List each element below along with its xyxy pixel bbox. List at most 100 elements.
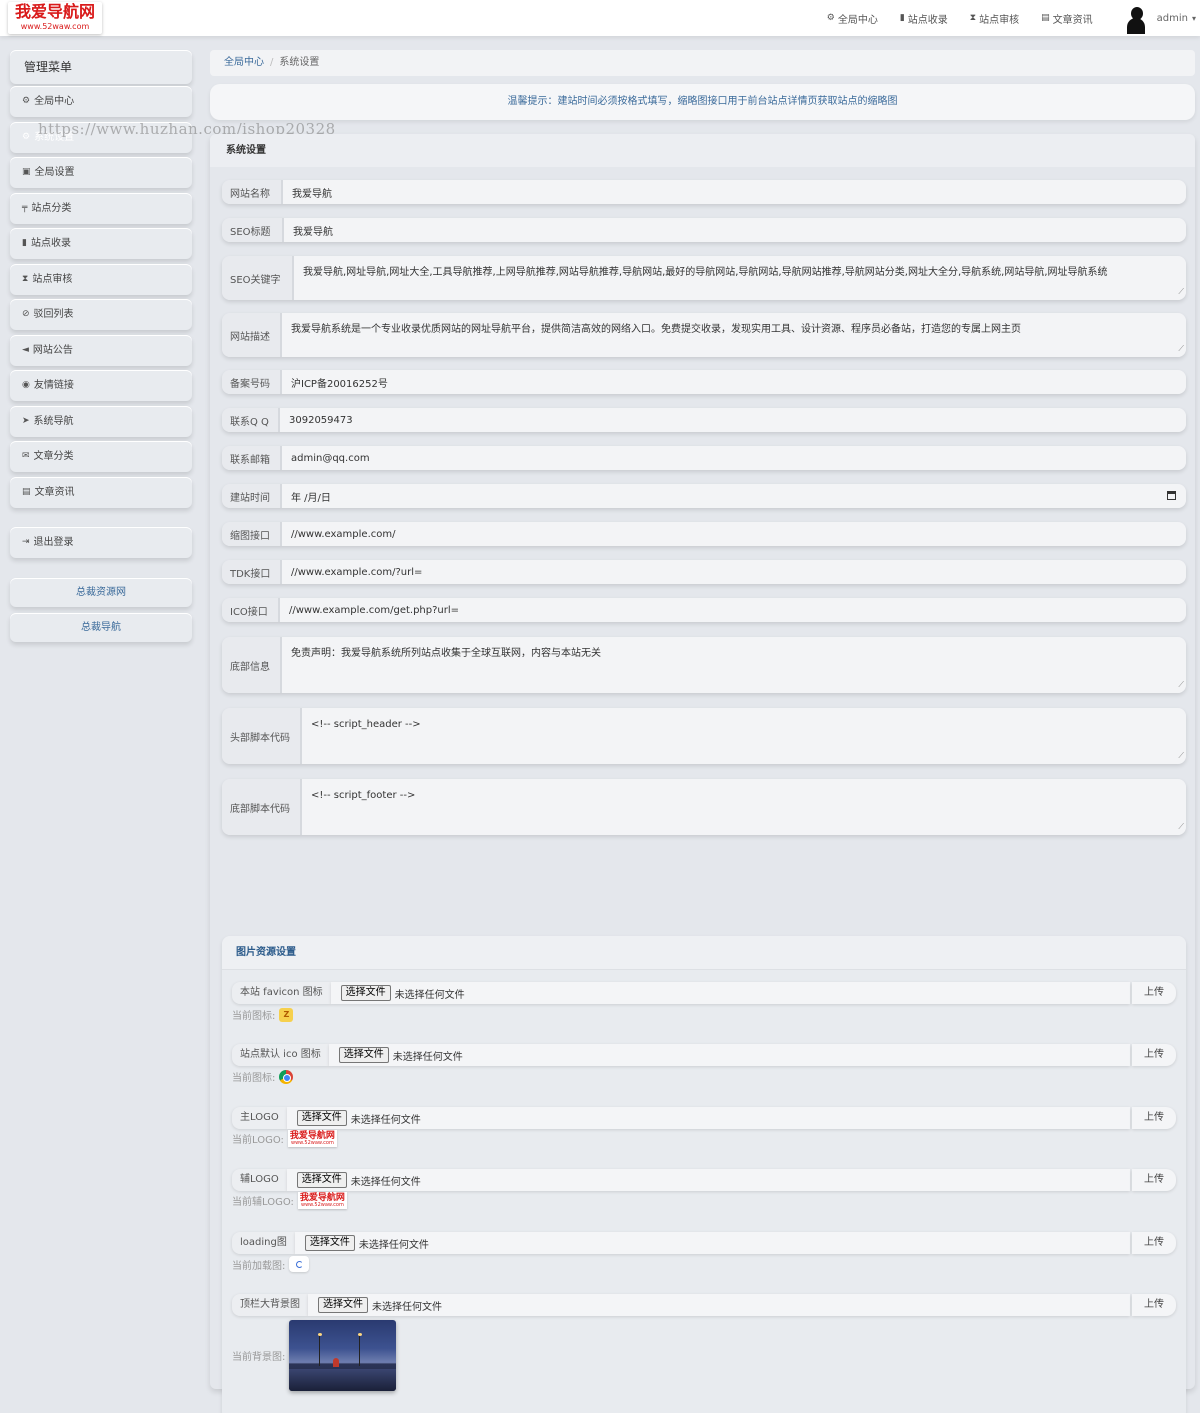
user-menu[interactable]: admin ▾ — [1115, 0, 1200, 36]
sidebar-item-collect[interactable]: ▮ 站点收录 — [10, 228, 192, 259]
newspaper-icon: ▤ — [22, 486, 31, 497]
topnav-articles[interactable]: ▤ 文章资讯 — [1041, 11, 1093, 26]
upload-button[interactable]: 上传 — [1132, 1232, 1176, 1254]
sidebar-item-system[interactable]: ⚙ 系统设置 — [10, 121, 192, 153]
seo-title-input[interactable]: 我爱导航 — [282, 218, 1186, 242]
choose-file-button[interactable]: 选择文件 — [304, 1235, 355, 1251]
qq-field: 联系Q Q 3092059473 — [222, 408, 1186, 432]
field-label: 缩图接口 — [222, 522, 280, 546]
resize-handle-icon[interactable]: ⟋ — [1178, 749, 1184, 763]
tdk-api-input[interactable]: //www.example.com/?url= — [280, 560, 1186, 584]
choose-file-button[interactable]: 选择文件 — [296, 1110, 347, 1126]
loading-file-input[interactable]: 选择文件 未选择任何文件 — [294, 1232, 1130, 1254]
email-field: 联系邮箱 admin@qq.com — [222, 446, 1186, 470]
description-text: 我爱导航系统是一个专业收录优质网站的网址导航平台，提供简洁高效的网络入口。免费提… — [291, 324, 1021, 335]
sidebar-item-dashboard[interactable]: ⚙ 全局中心 — [10, 86, 192, 117]
field-label: 底部信息 — [222, 637, 280, 693]
sub-logo-file-input[interactable]: 选择文件 未选择任何文件 — [286, 1169, 1130, 1191]
sidebar-item-nav[interactable]: ➤ 系统导航 — [10, 405, 192, 437]
sidebar-item-label: 友情链接 — [33, 380, 74, 391]
resize-handle-icon[interactable]: ⟋ — [1178, 285, 1184, 299]
breadcrumb-home[interactable]: 全局中心 — [224, 57, 264, 68]
icp-input[interactable]: 沪ICP备20016252号 — [280, 370, 1186, 394]
loading-upload-row: loading图 选择文件 未选择任何文件 上传 — [232, 1232, 1176, 1254]
field-label: ICO接口 — [222, 598, 278, 622]
ico-file-input[interactable]: 选择文件 未选择任何文件 — [328, 1044, 1130, 1066]
choose-file-button[interactable]: 选择文件 — [340, 985, 391, 1001]
sub-logo-upload-row: 辅LOGO 选择文件 未选择任何文件 上传 — [232, 1169, 1176, 1191]
choose-file-button[interactable]: 选择文件 — [338, 1047, 389, 1063]
resize-handle-icon[interactable]: ⟋ — [1178, 342, 1184, 356]
logo-file-input[interactable]: 选择文件 未选择任何文件 — [286, 1107, 1130, 1129]
gear-icon: ⚙ — [22, 131, 31, 142]
build-date-text: 年 /月/日 — [291, 492, 331, 504]
field-label: 网站名称 — [222, 180, 281, 204]
favicon-file-input[interactable]: 选择文件 未选择任何文件 — [330, 982, 1130, 1004]
build-date-input[interactable]: 年 /月/日 — [280, 484, 1186, 508]
topnav-dashboard[interactable]: ⚙ 全局中心 — [827, 11, 878, 26]
field-label: 备案号码 — [222, 370, 280, 394]
location-arrow-icon: ➤ — [22, 415, 30, 426]
current-label: 当前LOGO: — [232, 1135, 284, 1146]
field-label: 联系Q Q — [222, 408, 278, 432]
sidebar-item-notice[interactable]: ◄ 网站公告 — [10, 334, 192, 366]
sidebar-item-label: 站点收录 — [30, 238, 71, 249]
qq-input[interactable]: 3092059473 — [278, 408, 1186, 432]
choose-file-button[interactable]: 选择文件 — [296, 1172, 347, 1188]
topnav-collect[interactable]: ▮ 站点收录 — [900, 11, 948, 26]
sidebar-item-global[interactable]: ▣ 全局设置 — [10, 157, 192, 188]
sidebar-item-articles[interactable]: ▤ 文章资讯 — [10, 476, 192, 508]
site-name-input[interactable]: 我爱导航 — [281, 180, 1186, 204]
seo-keywords-field: SEO关键字 我爱导航,网址导航,网址大全,工具导航推荐,上网导航推荐,网站导航… — [222, 256, 1186, 300]
upload-label: 站点默认 ico 图标 — [232, 1044, 329, 1066]
no-file-text: 未选择任何文件 — [350, 1114, 421, 1126]
sidebar-item-label: 站点分类 — [31, 202, 72, 214]
current-favicon: 当前图标: Z — [232, 1007, 294, 1022]
resize-handle-icon[interactable]: ⟋ — [1178, 820, 1184, 834]
signpost-icon: ╤ — [22, 202, 28, 213]
current-label: 当前图标: — [232, 1011, 276, 1022]
upload-button[interactable]: 上传 — [1132, 982, 1176, 1004]
footer-script-textarea[interactable]: <!-- script_footer --> ⟋ — [300, 779, 1186, 835]
sidebar-title: 管理菜单 — [10, 50, 192, 84]
sidebar-link-resource[interactable]: 总裁资源网 — [10, 578, 192, 607]
upload-label: 辅LOGO — [232, 1169, 287, 1191]
description-textarea[interactable]: 我爱导航系统是一个专业收录优质网站的网址导航平台，提供简洁高效的网络入口。免费提… — [280, 313, 1186, 357]
header-script-field: 头部脚本代码 <!-- script_header --> ⟋ — [222, 708, 1186, 764]
calendar-icon[interactable] — [1167, 491, 1176, 500]
choose-file-button[interactable]: 选择文件 — [318, 1297, 368, 1313]
topnav-label: 站点审核 — [979, 14, 1020, 26]
field-label: TDK接口 — [222, 560, 280, 584]
resize-handle-icon[interactable]: ⟋ — [1178, 678, 1184, 692]
footer-info-textarea[interactable]: 免责声明：我爱导航系统所列站点收集于全球互联网，内容与本站无关 ⟋ — [280, 637, 1186, 693]
upload-button[interactable]: 上传 — [1132, 1294, 1176, 1316]
sidebar-item-links[interactable]: ◉ 友情链接 — [10, 370, 192, 401]
logo-upload-row: 主LOGO 选择文件 未选择任何文件 上传 — [232, 1107, 1176, 1129]
eye-icon: ◉ — [22, 380, 30, 390]
brand-logo[interactable]: 我爱导航网 www.52waw.com — [8, 2, 102, 34]
topnav-review[interactable]: ⧗ 站点审核 — [970, 11, 1019, 26]
upload-label: 主LOGO — [232, 1107, 287, 1129]
thumb-api-input[interactable]: //www.example.com/ — [280, 522, 1186, 546]
sidebar-item-label: 全局设置 — [34, 167, 75, 178]
upload-button[interactable]: 上传 — [1132, 1169, 1176, 1191]
header-script-textarea[interactable]: <!-- script_header --> ⟋ — [300, 708, 1186, 764]
ico-api-input[interactable]: //www.example.com/get.php?url= — [278, 598, 1186, 622]
logout-button[interactable]: ⇥ 退出登录 — [10, 527, 192, 558]
sidebar-item-rejected[interactable]: ⊘ 驳回列表 — [10, 299, 192, 330]
sidebar-item-category[interactable]: ╤ 站点分类 — [10, 192, 192, 224]
sidebar-item-review[interactable]: ⧗ 站点审核 — [10, 263, 192, 295]
chrome-icon — [279, 1069, 294, 1084]
main-logo-image: 我爱导航网 www.52waw.com — [287, 1130, 337, 1147]
seo-keywords-textarea[interactable]: 我爱导航,网址导航,网址大全,工具导航推荐,上网导航推荐,网站导航推荐,导航网站… — [292, 256, 1186, 300]
sidebar-link-nav[interactable]: 总裁导航 — [10, 613, 192, 642]
footer-info-field: 底部信息 免责声明：我爱导航系统所列站点收集于全球互联网，内容与本站无关 ⟋ — [222, 637, 1186, 693]
panel-title: 系统设置 — [210, 134, 1195, 167]
email-input[interactable]: admin@qq.com — [280, 446, 1186, 470]
current-ico: 当前图标: — [232, 1069, 294, 1084]
description-field: 网站描述 我爱导航系统是一个专业收录优质网站的网址导航平台，提供简洁高效的网络入… — [222, 313, 1186, 357]
upload-button[interactable]: 上传 — [1132, 1107, 1176, 1129]
background-file-input[interactable]: 选择文件 未选择任何文件 — [308, 1294, 1130, 1316]
sidebar-item-article-cat[interactable]: ✉ 文章分类 — [10, 441, 192, 472]
upload-button[interactable]: 上传 — [1132, 1044, 1176, 1066]
